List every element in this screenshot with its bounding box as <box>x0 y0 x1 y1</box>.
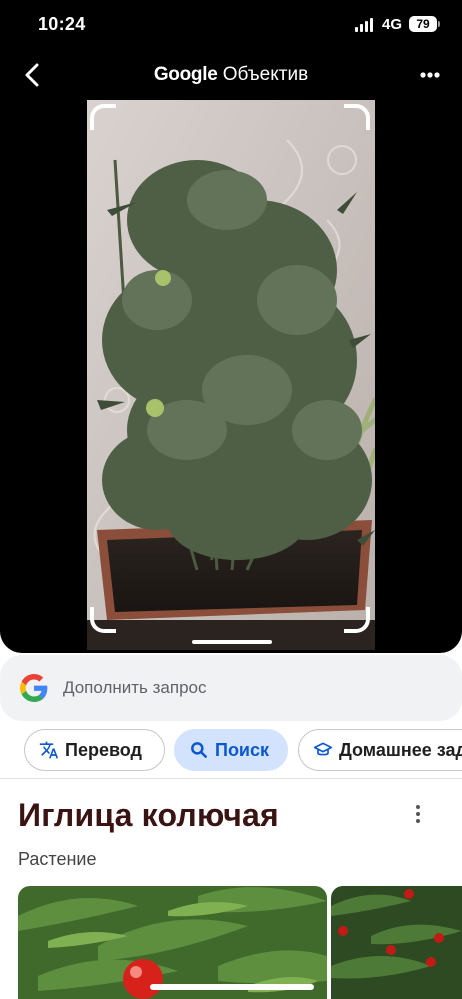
graduation-cap-icon <box>313 742 333 756</box>
refine-search-bar[interactable]: Дополнить запрос <box>0 655 462 721</box>
status-time: 10:24 <box>38 14 86 34</box>
battery-tip <box>438 21 440 27</box>
result-more-button[interactable] <box>406 800 430 828</box>
lens-product-name: Объектив <box>222 64 309 85</box>
home-indicator[interactable] <box>150 984 314 990</box>
battery-icon: 79 <box>409 16 437 32</box>
crop-handle-top-left[interactable] <box>90 104 116 130</box>
chip-translate-label: Перевод <box>65 739 142 760</box>
result-image-1[interactable] <box>18 886 327 999</box>
mode-chips: Перевод Поиск Домашнее задание <box>0 729 462 773</box>
result-image-2[interactable] <box>331 886 462 999</box>
search-icon <box>191 742 207 758</box>
result-title[interactable]: Иглица колючая <box>18 797 279 834</box>
crop-handle-bottom-left[interactable] <box>90 607 116 633</box>
network-type: 4G <box>382 16 403 33</box>
sheet-drag-handle[interactable] <box>192 640 272 644</box>
more-horizontal-icon <box>420 72 440 78</box>
crop-handle-top-right[interactable] <box>344 104 370 130</box>
captured-photo[interactable] <box>87 100 375 650</box>
chip-search[interactable]: Поиск <box>174 729 288 771</box>
chip-search-label: Поиск <box>215 739 270 760</box>
app-title: Google Объектив <box>0 64 462 86</box>
translate-icon <box>39 741 59 759</box>
battery-level: 79 <box>416 17 430 31</box>
divider <box>0 778 462 779</box>
result-subtitle: Растение <box>18 849 97 869</box>
cellular-signal-icon <box>355 18 375 32</box>
status-bar: 10:24 4G 79 <box>0 0 462 50</box>
more-vertical-icon <box>416 805 420 809</box>
chip-translate[interactable]: Перевод <box>24 729 165 771</box>
camera-viewer: 10:24 4G 79 Google Объектив <box>0 0 462 653</box>
search-placeholder: Дополнить запрос <box>63 678 207 697</box>
chip-homework[interactable]: Домашнее задание <box>298 729 462 771</box>
google-brand: Google <box>153 64 218 85</box>
lens-header: Google Объектив <box>0 52 462 98</box>
more-options-button[interactable] <box>415 60 445 90</box>
google-g-icon <box>20 674 48 702</box>
chip-homework-label: Домашнее задание <box>339 739 462 760</box>
